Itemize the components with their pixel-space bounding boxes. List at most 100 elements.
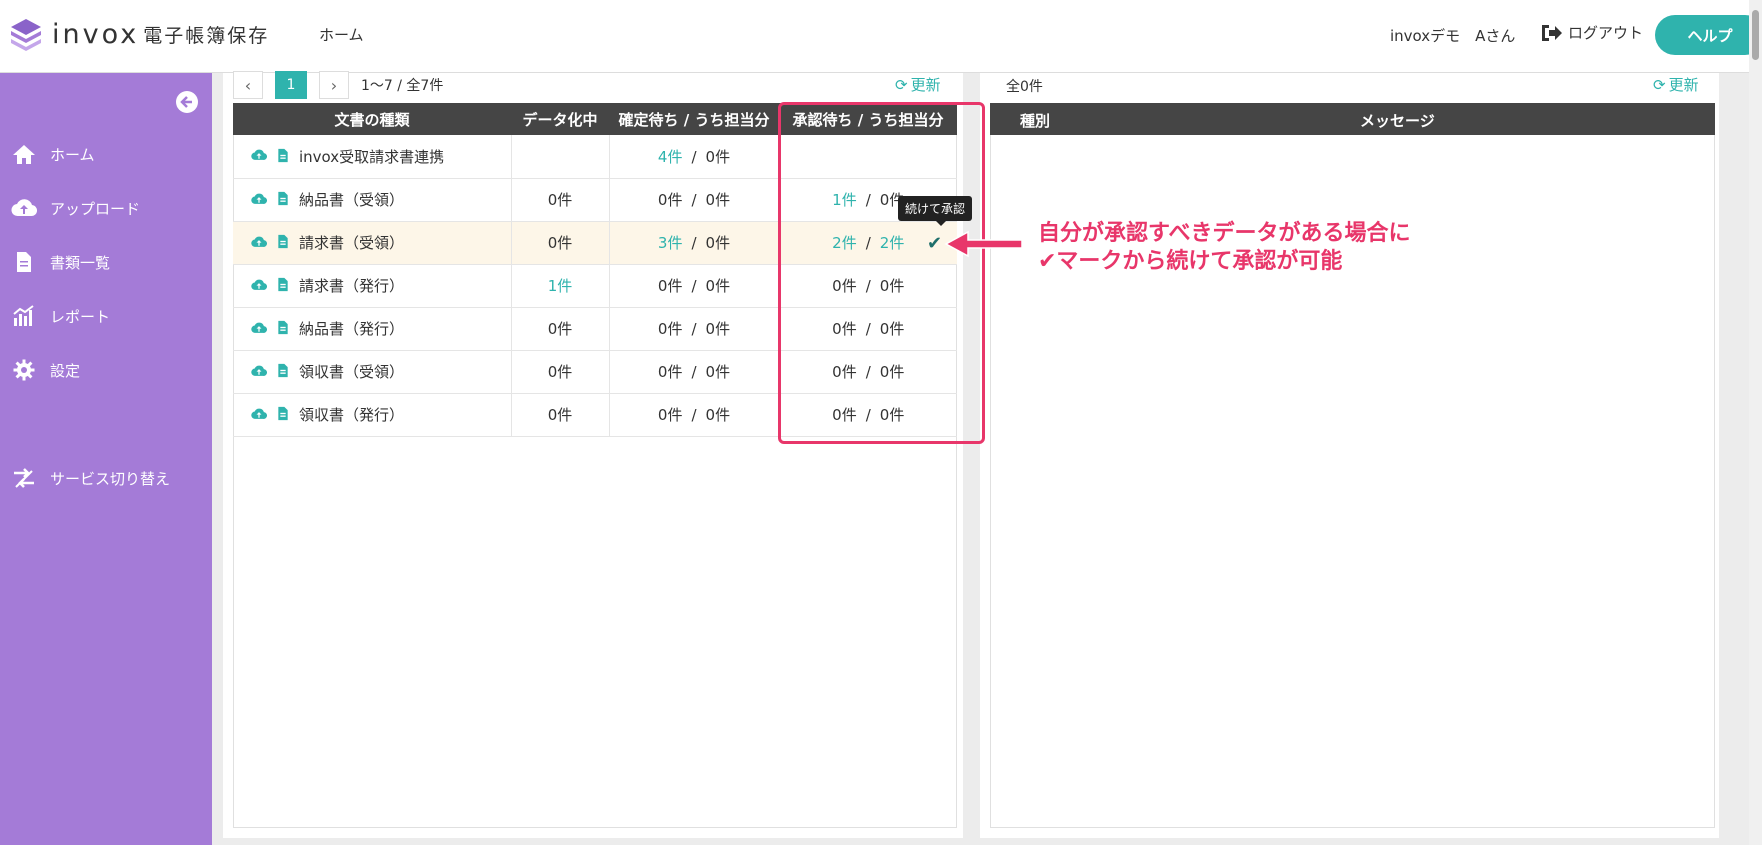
confirm-mine-count[interactable]: 0件 bbox=[706, 148, 731, 166]
document-list-icon[interactable] bbox=[277, 277, 289, 296]
document-list-icon[interactable] bbox=[277, 406, 289, 425]
datafying-cell[interactable]: 0件 bbox=[511, 350, 610, 394]
doc-type-name[interactable]: 納品書（発行） bbox=[299, 320, 404, 338]
document-icon bbox=[10, 250, 38, 274]
confirm-mine-count[interactable]: 0件 bbox=[706, 406, 731, 424]
cloud-upload-icon[interactable] bbox=[251, 407, 268, 425]
confirm-count[interactable]: 4件 bbox=[658, 148, 683, 166]
current-page-button[interactable]: 1 bbox=[275, 71, 307, 99]
annotation-text: 自分が承認すべきデータがある場合に ✔マークから続けて承認が可能 bbox=[1038, 220, 1410, 276]
home-icon bbox=[10, 142, 38, 166]
sidebar-item-label: サービス切り替え bbox=[50, 469, 171, 488]
doc-type-cell: 納品書（受領） bbox=[233, 178, 512, 222]
confirm-mine-count[interactable]: 0件 bbox=[706, 277, 731, 295]
confirm-mine-count[interactable]: 0件 bbox=[706, 234, 731, 252]
datafying-count[interactable]: 0件 bbox=[548, 320, 573, 338]
prev-page-button[interactable]: ‹ bbox=[233, 71, 263, 99]
datafying-cell[interactable] bbox=[511, 135, 610, 179]
col-header-type[interactable]: 種別 bbox=[1020, 110, 1050, 131]
sidebar-item-label: 設定 bbox=[50, 361, 81, 380]
pagination-range: 1〜7 / 全7件 bbox=[361, 78, 444, 94]
doc-type-name[interactable]: 領収書（受領） bbox=[299, 363, 404, 381]
doc-type-name[interactable]: 納品書（受領） bbox=[299, 191, 404, 209]
document-list-icon[interactable] bbox=[277, 191, 289, 210]
datafying-cell[interactable]: 0件 bbox=[511, 221, 610, 265]
document-list-icon[interactable] bbox=[277, 234, 289, 253]
separator: / bbox=[691, 234, 697, 252]
cloud-upload-icon[interactable] bbox=[251, 364, 268, 382]
sidebar-item-home[interactable]: ホーム bbox=[10, 139, 95, 169]
doc-type-name[interactable]: 領収書（発行） bbox=[299, 406, 404, 424]
doc-type-name[interactable]: invox受取請求書連携 bbox=[299, 148, 444, 166]
cloud-upload-icon[interactable] bbox=[251, 235, 268, 253]
sidebar-item-documents[interactable]: 書類一覧 bbox=[10, 247, 110, 277]
doc-type-name[interactable]: 請求書（発行） bbox=[299, 277, 404, 295]
chevron-right-icon: › bbox=[330, 75, 338, 95]
sidebar-item-service-switch[interactable]: サービス切り替え bbox=[10, 463, 170, 493]
logout-icon bbox=[1542, 24, 1562, 41]
col-header-doc-type[interactable]: 文書の種類 bbox=[233, 103, 511, 135]
cloud-upload-icon[interactable] bbox=[251, 278, 268, 296]
confirm-count[interactable]: 0件 bbox=[658, 191, 683, 209]
annotation-line-1: 自分が承認すべきデータがある場合に bbox=[1038, 221, 1411, 246]
app-header: invox 電子帳簿保存 ホーム invoxデモ Aさん ログアウト ヘルプ bbox=[0, 0, 1762, 73]
sidebar-item-settings[interactable]: 設定 bbox=[10, 355, 80, 385]
page-scrollbar[interactable] bbox=[1749, 0, 1762, 845]
confirm-cell: 0件 / 0件 bbox=[609, 350, 780, 394]
app-logo[interactable]: invox 電子帳簿保存 bbox=[8, 16, 269, 52]
document-list-icon[interactable] bbox=[277, 148, 289, 167]
datafying-cell[interactable]: 0件 bbox=[511, 178, 610, 222]
cloud-upload-icon[interactable] bbox=[251, 321, 268, 339]
confirm-count[interactable]: 0件 bbox=[658, 363, 683, 381]
confirm-count[interactable]: 0件 bbox=[658, 320, 683, 338]
cloud-upload-icon[interactable] bbox=[251, 192, 268, 210]
annotation-highlight-box bbox=[778, 102, 985, 444]
message-panel: 全0件 ⟳ 更新 種別 メッセージ bbox=[980, 73, 1719, 838]
datafying-count[interactable]: 1件 bbox=[548, 277, 573, 295]
col-header-datafying[interactable]: データ化中 bbox=[511, 103, 609, 135]
report-icon bbox=[10, 304, 38, 328]
confirm-count[interactable]: 0件 bbox=[658, 277, 683, 295]
continue-approve-check-icon[interactable]: ✔ bbox=[927, 233, 942, 254]
doc-type-cell: 納品書（発行） bbox=[233, 307, 512, 351]
datafying-count[interactable]: 0件 bbox=[548, 406, 573, 424]
datafying-count[interactable]: 0件 bbox=[548, 191, 573, 209]
logout-button[interactable]: ログアウト bbox=[1540, 22, 1643, 43]
datafying-cell[interactable]: 0件 bbox=[511, 393, 610, 437]
confirm-cell: 4件 / 0件 bbox=[609, 135, 780, 179]
nav-home-link[interactable]: ホーム bbox=[319, 24, 364, 45]
confirm-cell: 0件 / 0件 bbox=[609, 393, 780, 437]
arrow-left-icon bbox=[180, 96, 192, 108]
sidebar-item-label: ホーム bbox=[50, 145, 95, 164]
datafying-count[interactable]: 0件 bbox=[548, 234, 573, 252]
col-header-message[interactable]: メッセージ bbox=[1360, 110, 1435, 131]
col-header-confirm[interactable]: 確定待ち / うち担当分 bbox=[609, 103, 779, 135]
refresh-button[interactable]: ⟳ 更新 bbox=[895, 74, 941, 95]
confirm-cell: 0件 / 0件 bbox=[609, 264, 780, 308]
confirm-mine-count[interactable]: 0件 bbox=[706, 191, 731, 209]
separator: / bbox=[691, 320, 697, 338]
cloud-upload-icon[interactable] bbox=[251, 148, 268, 166]
document-list-icon[interactable] bbox=[277, 320, 289, 339]
doc-type-name[interactable]: 請求書（受領） bbox=[299, 234, 404, 252]
confirm-count[interactable]: 0件 bbox=[658, 406, 683, 424]
datafying-cell[interactable]: 1件 bbox=[511, 264, 610, 308]
help-button[interactable]: ヘルプ bbox=[1655, 15, 1762, 55]
message-refresh-button[interactable]: ⟳ 更新 bbox=[1653, 74, 1699, 95]
datafying-cell[interactable]: 0件 bbox=[511, 307, 610, 351]
confirm-mine-count[interactable]: 0件 bbox=[706, 363, 731, 381]
refresh-icon: ⟳ bbox=[895, 75, 908, 94]
confirm-mine-count[interactable]: 0件 bbox=[706, 320, 731, 338]
separator: / bbox=[691, 147, 697, 166]
next-page-button[interactable]: › bbox=[319, 71, 349, 99]
confirm-cell: 0件 / 0件 bbox=[609, 178, 780, 222]
sidebar-collapse-button[interactable] bbox=[176, 91, 198, 113]
scrollbar-thumb[interactable] bbox=[1752, 10, 1759, 60]
sidebar-item-upload[interactable]: アップロード bbox=[10, 193, 140, 223]
message-table-frame bbox=[990, 103, 1715, 828]
confirm-count[interactable]: 3件 bbox=[658, 234, 683, 252]
sidebar-item-report[interactable]: レポート bbox=[10, 301, 110, 331]
doc-type-cell: 領収書（発行） bbox=[233, 393, 512, 437]
document-list-icon[interactable] bbox=[277, 363, 289, 382]
datafying-count[interactable]: 0件 bbox=[548, 363, 573, 381]
